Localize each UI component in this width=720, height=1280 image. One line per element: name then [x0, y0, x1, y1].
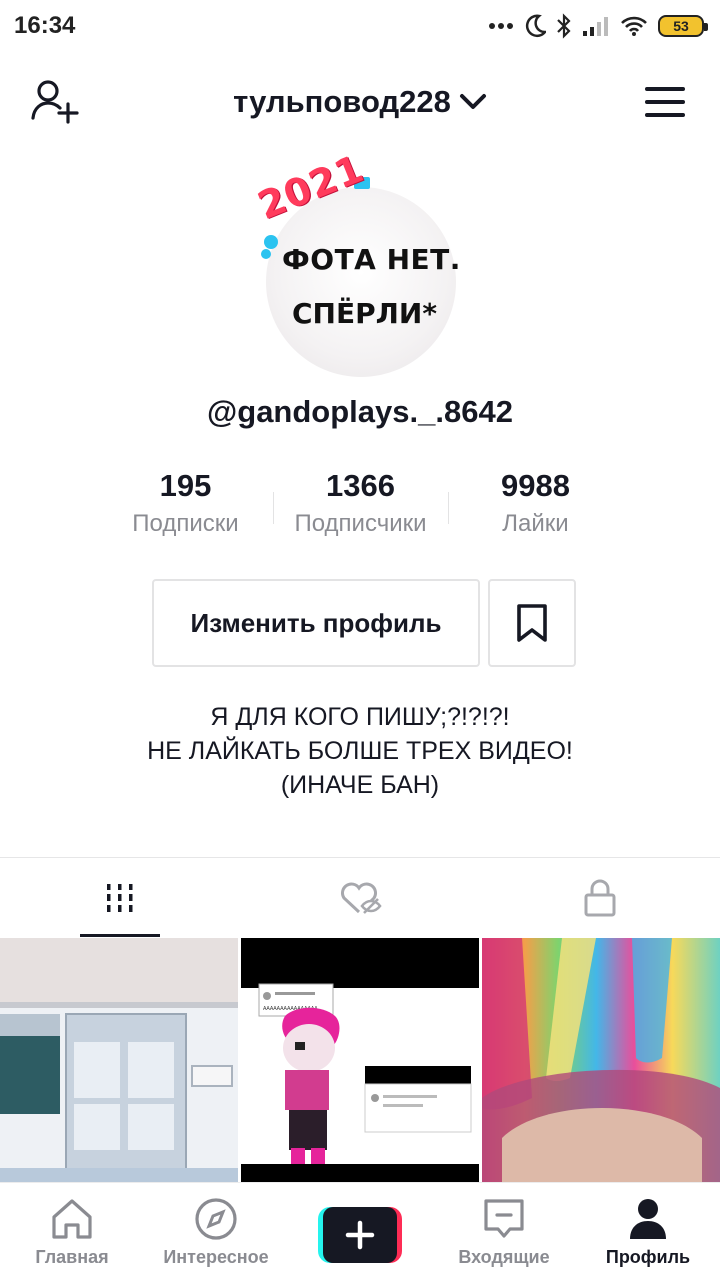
tab-videos[interactable]: [0, 858, 240, 937]
avatar-decoration-dot: [264, 235, 278, 249]
moon-icon: [525, 14, 546, 38]
bio-line: (ИНАЧЕ БАН): [280, 771, 440, 799]
avatar-text-line1: ФОТА НЕТ.: [282, 243, 461, 276]
stat-following-count: 195: [159, 468, 212, 503]
thumbnail-scene-character: АААААААААААААААА: [241, 938, 479, 1182]
bio-line: НЕ ЛАЙКАТЬ БОЛШЕ ТРЕХ ВИДЕО!: [147, 737, 573, 765]
avatar-decoration-dot: [261, 249, 271, 259]
status-icons: 53: [488, 13, 708, 39]
stat-likes-label: Лайки: [502, 510, 569, 537]
avatar-text-line2: СПЁРЛИ*: [292, 297, 437, 330]
signal-icon: [583, 17, 608, 36]
nav-profile[interactable]: Профиль: [576, 1183, 720, 1280]
stat-followers[interactable]: 1366 Подписчики: [273, 466, 448, 550]
stat-followers-count: 1366: [326, 468, 395, 503]
profile-avatar[interactable]: 2021 ФОТА НЕТ. СПЁРЛИ*: [252, 146, 466, 380]
chevron-down-icon: [459, 94, 486, 109]
content-tabs: [0, 857, 720, 937]
favorites-button[interactable]: [488, 579, 576, 667]
video-thumbnail[interactable]: [0, 938, 238, 1182]
plus-icon: [345, 1220, 375, 1250]
nav-discover-label: Интересное: [163, 1247, 269, 1267]
bottom-navigation: Главная Интересное Входящие Профиль: [0, 1182, 720, 1280]
nav-inbox[interactable]: Входящие: [432, 1183, 576, 1280]
video-grid: АААААААААААААААА: [0, 938, 720, 1182]
home-icon: [52, 1199, 92, 1239]
compass-icon: [195, 1198, 237, 1240]
nav-create[interactable]: [288, 1183, 432, 1280]
profile-stats: 195 Подписки 1366 Подписчики 9988 Лайки: [98, 466, 623, 550]
more-dots-icon: [489, 23, 513, 29]
bookmark-icon: [517, 604, 547, 642]
add-user-icon: [31, 80, 79, 124]
nav-inbox-label: Входящие: [458, 1247, 550, 1267]
nav-discover[interactable]: Интересное: [144, 1183, 288, 1280]
thumbnail-scene-classroom: [0, 938, 238, 1182]
bio-line: Я ДЛЯ КОГО ПИШУ;?!?!?!: [210, 703, 510, 731]
add-friend-button[interactable]: [30, 78, 82, 126]
create-video-button[interactable]: [318, 1207, 402, 1263]
edit-profile-button[interactable]: Изменить профиль: [152, 579, 480, 667]
stat-likes[interactable]: 9988 Лайки: [448, 466, 623, 550]
liked-hidden-icon: [341, 882, 382, 914]
bluetooth-icon: [557, 13, 571, 39]
stat-likes-count: 9988: [501, 468, 570, 503]
status-bar: 16:34 53: [0, 0, 720, 52]
menu-button[interactable]: [644, 84, 686, 120]
username-title: тульповод228: [233, 84, 451, 119]
inbox-icon: [484, 1199, 524, 1238]
nav-profile-label: Профиль: [605, 1247, 691, 1267]
profile-handle: @gandoplays._.8642: [207, 394, 513, 429]
wifi-icon: [621, 16, 647, 36]
tab-liked[interactable]: [240, 858, 480, 937]
grid-icon: [107, 883, 133, 912]
profile-header: тульповод228: [0, 62, 720, 142]
tab-private[interactable]: [480, 858, 720, 937]
status-time: 16:34: [14, 12, 76, 39]
lock-icon: [584, 879, 616, 916]
profile-bio: Я ДЛЯ КОГО ПИШУ;?!?!?! НЕ ЛАЙКАТЬ БОЛШЕ …: [0, 700, 720, 802]
thumbnail-scene-glitch: [482, 938, 720, 1182]
stat-following-label: Подписки: [132, 510, 239, 537]
video-thumbnail[interactable]: АААААААААААААААА: [241, 938, 479, 1182]
nav-home-label: Главная: [35, 1247, 109, 1267]
hamburger-menu-icon: [645, 87, 685, 117]
account-switcher[interactable]: тульповод228: [233, 84, 487, 120]
video-thumbnail[interactable]: [482, 938, 720, 1182]
stat-following[interactable]: 195 Подписки: [98, 466, 273, 550]
stat-followers-label: Подписчики: [294, 510, 427, 537]
battery-level: 53: [673, 18, 689, 34]
battery-indicator: 53: [658, 15, 708, 37]
profile-icon: [630, 1199, 666, 1239]
nav-home[interactable]: Главная: [0, 1183, 144, 1280]
